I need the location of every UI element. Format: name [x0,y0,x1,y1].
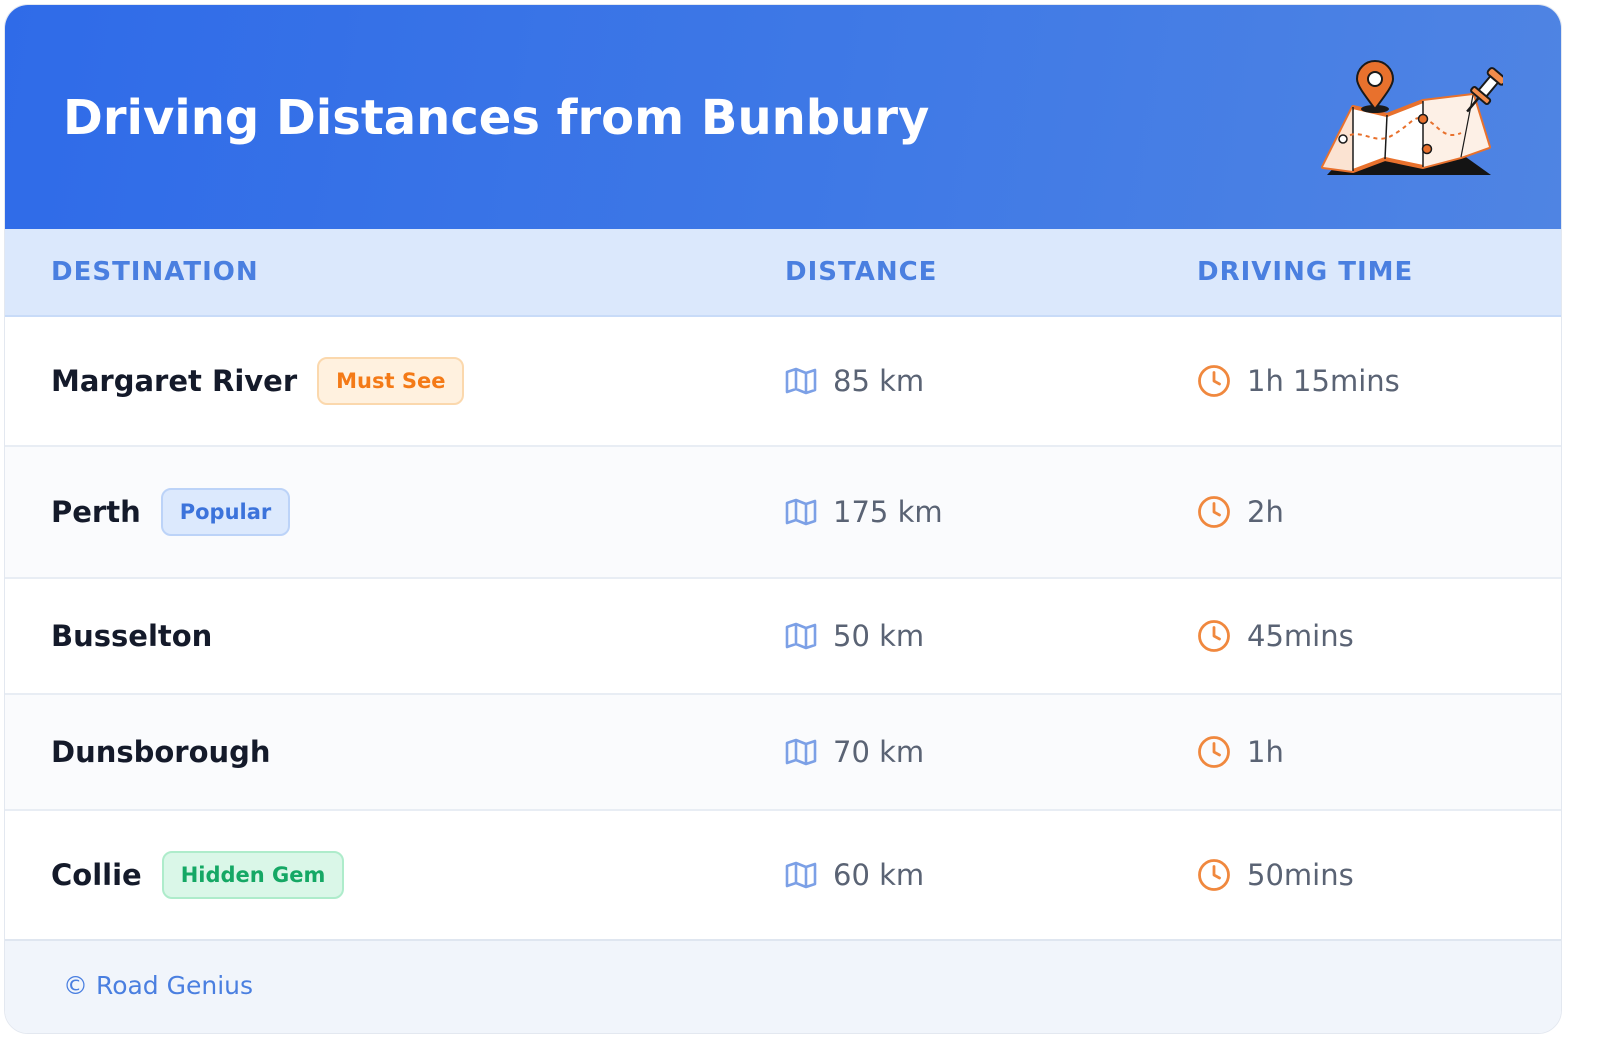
table-row: Collie Hidden Gem 60 km 50mins [5,811,1561,941]
driving-time-value: 1h 15mins [1247,364,1400,398]
distance-card: Driving Distances from Bunbury DESTINATI… [4,4,1562,1034]
clock-icon [1198,620,1230,652]
driving-time-cell: 45mins [1197,619,1354,653]
page-title: Driving Distances from Bunbury [63,90,930,146]
distance-cell: 50 km [785,619,924,653]
clock-icon [1198,365,1230,397]
map-icon [785,622,817,650]
destination-cell: Busselton [51,619,212,653]
distance-cell: 85 km [785,364,924,398]
distance-value: 175 km [833,495,943,529]
driving-time-cell: 1h [1197,735,1284,769]
destination-name: Collie [51,858,142,892]
column-header-distance: DISTANCE [785,257,938,287]
must-see-badge: Must See [317,357,465,405]
driving-time-value: 1h [1247,735,1284,769]
distance-cell: 175 km [785,495,943,529]
table-row: Busselton 50 km 45mins [5,579,1561,695]
table-row: Perth Popular 175 km 2h [5,447,1561,579]
map-icon [785,738,817,766]
destination-cell: Margaret River Must See [51,357,465,405]
destination-cell: Collie Hidden Gem [51,851,345,899]
distance-value: 50 km [833,619,925,653]
table-row: Margaret River Must See 85 km 1h 15mins [5,317,1561,447]
table-row: Dunsborough 70 km 1h [5,695,1561,811]
clock-icon [1198,496,1230,528]
copyright-text: © Road Genius [63,971,254,1000]
map-icon [785,861,817,889]
card-header: Driving Distances from Bunbury [5,5,1561,229]
driving-time-cell: 2h [1197,495,1284,529]
distance-cell: 60 km [785,858,924,892]
distance-value: 60 km [833,858,925,892]
driving-time-cell: 1h 15mins [1197,364,1400,398]
clock-icon [1198,736,1230,768]
distance-value: 70 km [833,735,925,769]
distance-value: 85 km [833,364,925,398]
destination-name: Dunsborough [51,735,271,769]
clock-icon [1198,859,1230,891]
distance-cell: 70 km [785,735,924,769]
destination-cell: Dunsborough [51,735,271,769]
driving-time-value: 50mins [1247,858,1354,892]
destination-name: Margaret River [51,364,298,398]
driving-time-value: 2h [1247,495,1284,529]
destination-name: Perth [51,495,141,529]
driving-time-value: 45mins [1247,619,1354,653]
destination-cell: Perth Popular [51,488,291,536]
hidden-gem-badge: Hidden Gem [161,851,345,899]
table-header-row: DESTINATION DISTANCE DRIVING TIME [5,229,1561,317]
map-with-pins-illustration [1321,60,1503,175]
driving-time-cell: 50mins [1197,858,1354,892]
column-header-destination: DESTINATION [51,257,259,287]
map-icon [785,498,817,526]
card-footer: © Road Genius [5,939,1561,1033]
destination-name: Busselton [51,619,213,653]
column-header-driving-time: DRIVING TIME [1197,257,1414,287]
map-icon [785,367,817,395]
popular-badge: Popular [160,488,291,536]
